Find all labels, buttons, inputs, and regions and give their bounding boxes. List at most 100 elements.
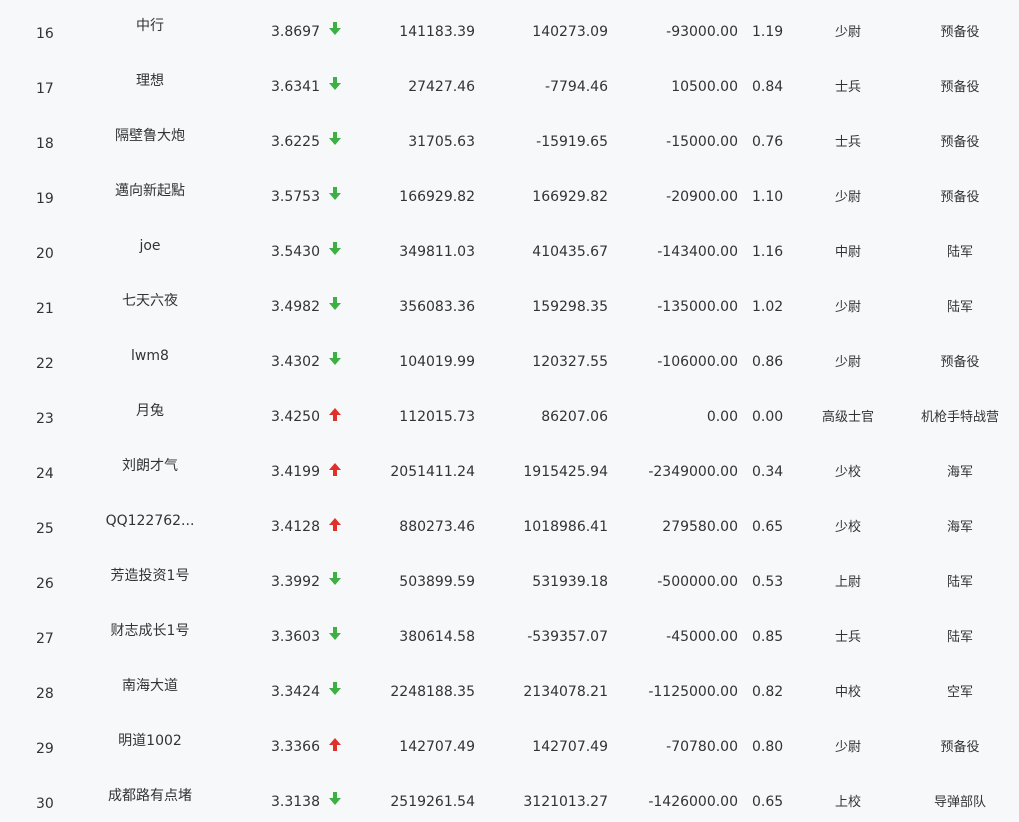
net-flow-value: -500000.00 [657, 574, 738, 590]
military-rank: 上尉 [834, 575, 861, 590]
net-flow-value: -15000.00 [666, 134, 738, 150]
total-assets-value: 112015.73 [399, 409, 475, 425]
corps-name: 空军 [946, 685, 973, 700]
military-rank: 少尉 [834, 190, 861, 205]
arrow-down-icon [329, 132, 343, 148]
arrow-down-icon [329, 682, 343, 698]
user-name-link[interactable]: 中行 [85, 17, 215, 35]
score-value: 3.3366 [271, 739, 320, 755]
military-rank: 高级士官 [821, 410, 874, 425]
table-row: 30 成都路有点堵 3.3138 2519261.54 3121013.27 -… [0, 773, 1019, 822]
ratio-value: 0.65 [752, 794, 784, 810]
arrow-down-icon [329, 627, 343, 643]
total-assets-value: 2248188.35 [390, 684, 475, 700]
table-row: 18 隔壁鲁大炮 3.6225 31705.63 -15919.65 -1500… [0, 113, 1019, 168]
market-value: 531939.18 [532, 574, 608, 590]
corps-name: 预备役 [940, 25, 980, 40]
ratio-value: 1.02 [752, 299, 784, 315]
table-row: 26 芳造投资1号 3.3992 503899.59 531939.18 -50… [0, 553, 1019, 608]
score-value: 3.8697 [271, 24, 320, 40]
net-flow-value: -93000.00 [666, 24, 738, 40]
net-flow-value: 0.00 [706, 409, 738, 425]
ratio-value: 1.10 [752, 189, 784, 205]
table-row: 23 月兔 3.4250 112015.73 86207.06 0.00 0.0… [0, 388, 1019, 443]
total-assets-value: 380614.58 [399, 629, 475, 645]
market-value: -7794.46 [545, 79, 608, 95]
user-name-link[interactable]: lwm8 [85, 347, 215, 365]
military-rank: 少尉 [834, 300, 861, 315]
score-value: 3.3424 [271, 684, 320, 700]
military-rank: 中校 [834, 685, 861, 700]
user-name-link[interactable]: 明道1002 [85, 732, 215, 750]
rank-number: 21 [36, 301, 54, 317]
rank-number: 20 [36, 246, 54, 262]
user-name-link[interactable]: 隔壁鲁大炮 [85, 127, 215, 145]
military-rank: 少尉 [834, 25, 861, 40]
market-value: 120327.55 [532, 354, 608, 370]
score-value: 3.5430 [271, 244, 320, 260]
user-name-link[interactable]: QQ122762... [85, 512, 215, 530]
corps-name: 机枪手特战营 [920, 410, 999, 425]
ratio-value: 0.00 [752, 409, 784, 425]
net-flow-value: -20900.00 [666, 189, 738, 205]
net-flow-value: -1426000.00 [648, 794, 738, 810]
military-rank: 少尉 [834, 740, 861, 755]
total-assets-value: 349811.03 [399, 244, 475, 260]
market-value: 142707.49 [532, 739, 608, 755]
military-rank: 少校 [834, 465, 861, 480]
score-value: 3.4982 [271, 299, 320, 315]
ratio-value: 0.84 [752, 79, 784, 95]
user-name-link[interactable]: 财志成长1号 [85, 622, 215, 640]
score-value: 3.3603 [271, 629, 320, 645]
market-value: 140273.09 [532, 24, 608, 40]
user-name-link[interactable]: 七天六夜 [85, 292, 215, 310]
rank-number: 23 [36, 411, 54, 427]
total-assets-value: 880273.46 [399, 519, 475, 535]
user-name-link[interactable]: 芳造投资1号 [85, 567, 215, 585]
corps-name: 预备役 [940, 190, 980, 205]
market-value: -15919.65 [536, 134, 608, 150]
score-value: 3.4128 [271, 519, 320, 535]
net-flow-value: -135000.00 [657, 299, 738, 315]
market-value: 1018986.41 [523, 519, 608, 535]
ratio-value: 0.34 [752, 464, 784, 480]
ratio-value: 0.76 [752, 134, 784, 150]
market-value: 3121013.27 [523, 794, 608, 810]
table-row: 22 lwm8 3.4302 104019.99 120327.55 -1060… [0, 333, 1019, 388]
arrow-down-icon [329, 242, 343, 258]
rank-number: 30 [36, 796, 54, 812]
table-row: 27 财志成长1号 3.3603 380614.58 -539357.07 -4… [0, 608, 1019, 663]
ratio-value: 0.85 [752, 629, 784, 645]
military-rank: 少校 [834, 520, 861, 535]
user-name-link[interactable]: 南海大道 [85, 677, 215, 695]
user-name-link[interactable]: 成都路有点堵 [85, 787, 215, 805]
rank-number: 27 [36, 631, 54, 647]
market-value: 1915425.94 [523, 464, 608, 480]
corps-name: 陆军 [946, 575, 973, 590]
rank-number: 19 [36, 191, 54, 207]
ratio-value: 1.19 [752, 24, 784, 40]
ratio-value: 0.86 [752, 354, 784, 370]
corps-name: 预备役 [940, 355, 980, 370]
market-value: 166929.82 [532, 189, 608, 205]
user-name-link[interactable]: 理想 [85, 72, 215, 90]
user-name-link[interactable]: 刘朗才气 [85, 457, 215, 475]
rank-number: 17 [36, 81, 54, 97]
user-name-link[interactable]: 月兔 [85, 402, 215, 420]
table-row: 29 明道1002 3.3366 142707.49 142707.49 -70… [0, 718, 1019, 773]
rank-number: 29 [36, 741, 54, 757]
user-name-link[interactable]: 邁向新起點 [85, 182, 215, 200]
score-value: 3.4199 [271, 464, 320, 480]
table-row: 21 七天六夜 3.4982 356083.36 159298.35 -1350… [0, 278, 1019, 333]
corps-name: 海军 [946, 520, 973, 535]
arrow-up-icon [329, 407, 343, 423]
military-rank: 中尉 [834, 245, 861, 260]
arrow-down-icon [329, 352, 343, 368]
total-assets-value: 166929.82 [399, 189, 475, 205]
table-row: 16 中行 3.8697 141183.39 140273.09 -93000.… [0, 3, 1019, 58]
rank-number: 28 [36, 686, 54, 702]
market-value: 86207.06 [541, 409, 608, 425]
user-name-link[interactable]: joe [85, 237, 215, 255]
corps-name: 导弹部队 [933, 795, 986, 810]
table-row: 20 joe 3.5430 349811.03 410435.67 -14340… [0, 223, 1019, 278]
